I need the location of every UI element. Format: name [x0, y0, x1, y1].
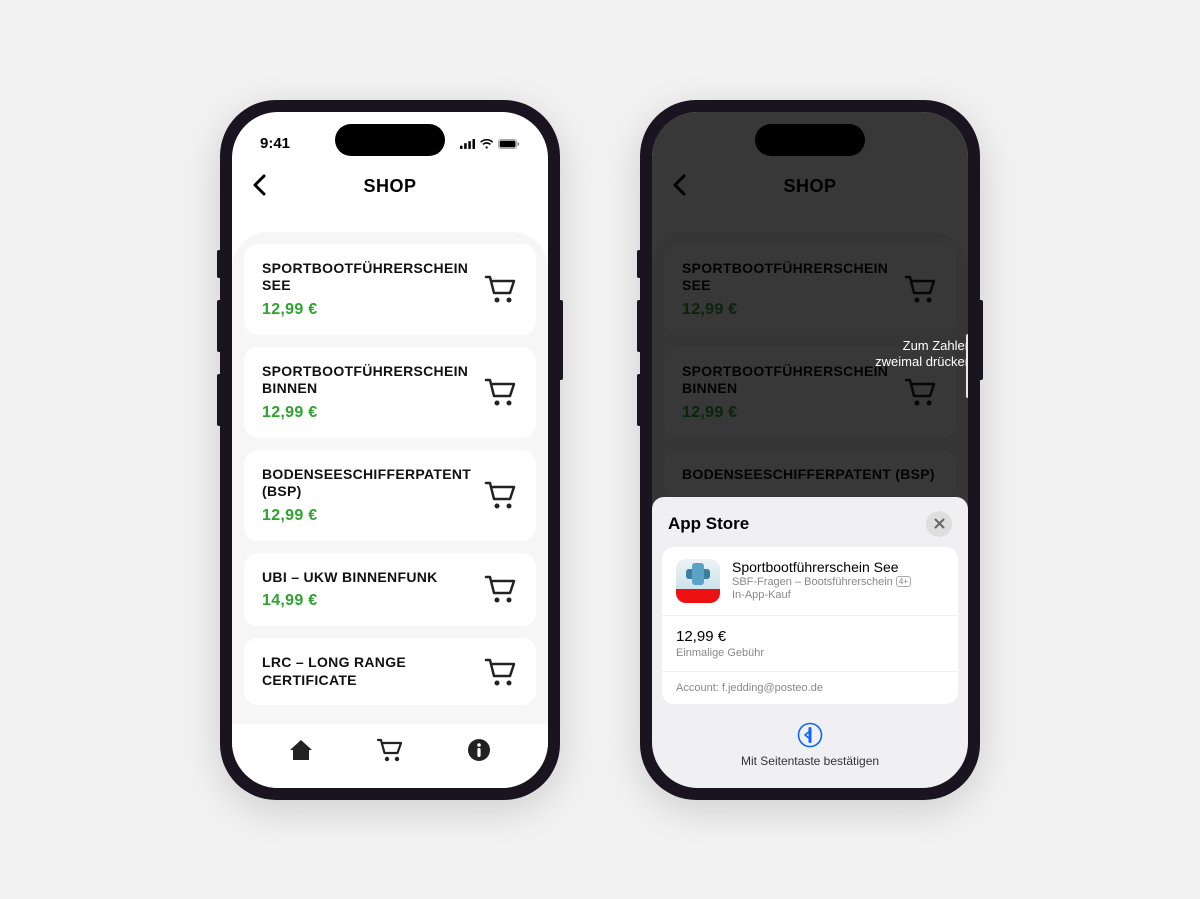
- side-button-hint: Zum Zahlen zweimal drücken: [875, 338, 968, 372]
- status-time: 9:41: [260, 135, 320, 152]
- shop-item-price: 12,99 €: [262, 301, 472, 319]
- cart-icon: [484, 274, 518, 304]
- sheet-title: App Store: [668, 514, 749, 534]
- phone-side-buttons-left: [217, 250, 220, 448]
- cart-button[interactable]: [484, 377, 518, 407]
- account-info: Account: f.jedding@posteo.de: [662, 672, 958, 704]
- cart-button[interactable]: [484, 657, 518, 687]
- side-hint-line1: Zum Zahlen: [875, 338, 968, 355]
- chevron-left-icon: [252, 174, 266, 196]
- cart-button[interactable]: [484, 274, 518, 304]
- side-hint-indicator: [966, 334, 968, 398]
- phone-mockup-1: 9:41 SHOP SPORTBOOTFÜHRERSCHEIN SEE 12,9…: [220, 100, 560, 800]
- tab-bar: [232, 724, 548, 788]
- phone-mockup-2: SHOP SPORTBOOTFÜHRERSCHEIN SEE 12,99 € S…: [640, 100, 980, 800]
- phone-side-button-right: [560, 300, 563, 380]
- shop-item[interactable]: SPORTBOOTFÜHRERSCHEIN BINNEN 12,99 €: [244, 347, 536, 438]
- phone-side-button-right: [980, 300, 983, 380]
- tab-home[interactable]: [287, 736, 315, 764]
- shop-item-title: BODENSEESCHIFFERPATENT (BSP): [262, 466, 472, 501]
- shop-item-title: UBI – UKW BINNENFUNK: [262, 569, 472, 587]
- screen-payment: SHOP SPORTBOOTFÜHRERSCHEIN SEE 12,99 € S…: [652, 112, 968, 788]
- cellular-icon: [460, 138, 475, 150]
- phone-side-buttons-left: [637, 250, 640, 448]
- shop-item-title: SPORTBOOTFÜHRERSCHEIN SEE: [262, 260, 472, 295]
- tab-info[interactable]: [465, 736, 493, 764]
- purchase-price: 12,99 €: [676, 628, 944, 645]
- close-button[interactable]: [926, 511, 952, 537]
- purchase-item-sub: SBF-Fragen – Bootsführerschein4+: [732, 576, 911, 588]
- page-title: SHOP: [363, 176, 416, 197]
- purchase-price-sub: Einmalige Gebühr: [676, 647, 944, 659]
- side-button-confirm-icon: [797, 722, 823, 748]
- status-indicators: [460, 138, 520, 150]
- age-rating-badge: 4+: [896, 576, 911, 587]
- info-icon: [467, 738, 491, 762]
- app-header: SHOP: [232, 160, 548, 207]
- shop-item-price: 12,99 €: [262, 507, 472, 525]
- dynamic-island: [335, 124, 445, 156]
- tab-shop[interactable]: [376, 736, 404, 764]
- home-icon: [288, 738, 314, 762]
- shop-item-price: 12,99 €: [262, 404, 472, 422]
- shop-item-price: 14,99 €: [262, 592, 472, 610]
- shop-item-title: SPORTBOOTFÜHRERSCHEIN BINNEN: [262, 363, 472, 398]
- close-icon: [934, 518, 945, 529]
- purchase-item-title: Sportbootführerschein See: [732, 559, 911, 575]
- shop-item[interactable]: UBI – UKW BINNENFUNK 14,99 €: [244, 553, 536, 627]
- app-icon: [676, 559, 720, 603]
- cart-icon: [376, 737, 404, 763]
- cart-icon: [484, 657, 518, 687]
- shop-item-title: LRC – LONG RANGE CERTIFICATE: [262, 654, 472, 689]
- sheet-card: Sportbootführerschein See SBF-Fragen – B…: [662, 547, 958, 704]
- screen-shop: 9:41 SHOP SPORTBOOTFÜHRERSCHEIN SEE 12,9…: [232, 112, 548, 788]
- wifi-icon: [480, 138, 493, 150]
- cart-icon: [484, 480, 518, 510]
- cart-button[interactable]: [484, 480, 518, 510]
- cart-icon: [484, 377, 518, 407]
- shop-item[interactable]: BODENSEESCHIFFERPATENT (BSP) 12,99 €: [244, 450, 536, 541]
- confirm-area: Mit Seitentaste bestätigen: [652, 704, 968, 768]
- dynamic-island: [755, 124, 865, 156]
- shop-content[interactable]: SPORTBOOTFÜHRERSCHEIN SEE 12,99 € SPORTB…: [232, 232, 548, 724]
- app-store-sheet: App Store Sportbootführerschein See SBF-…: [652, 497, 968, 788]
- battery-icon: [498, 138, 520, 150]
- cart-button[interactable]: [484, 574, 518, 604]
- shop-item[interactable]: LRC – LONG RANGE CERTIFICATE: [244, 638, 536, 705]
- cart-icon: [484, 574, 518, 604]
- back-button[interactable]: [252, 174, 266, 196]
- purchase-item-type: In-App-Kauf: [732, 589, 911, 601]
- confirm-text: Mit Seitentaste bestätigen: [652, 754, 968, 768]
- side-hint-line2: zweimal drücken: [875, 354, 968, 371]
- shop-item[interactable]: SPORTBOOTFÜHRERSCHEIN SEE 12,99 €: [244, 244, 536, 335]
